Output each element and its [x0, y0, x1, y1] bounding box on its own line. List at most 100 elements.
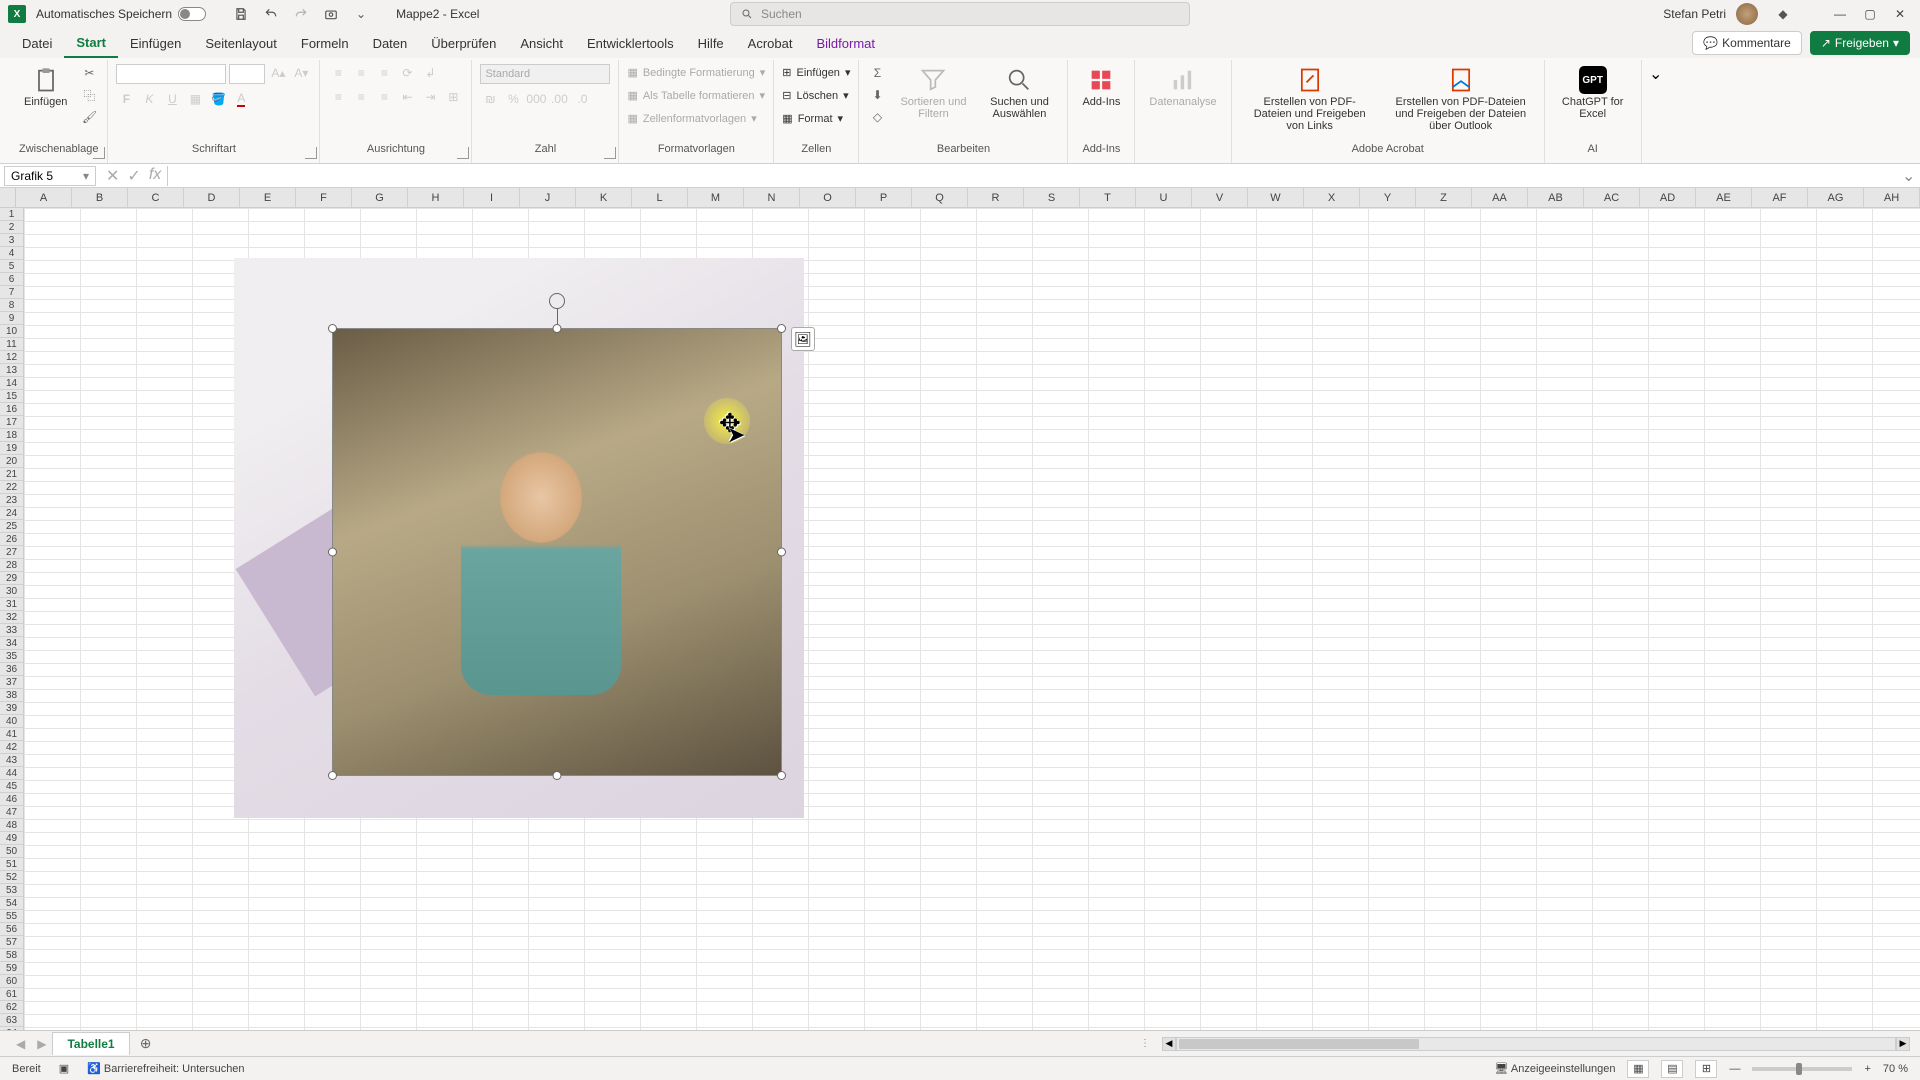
horizontal-scrollbar[interactable]: [1176, 1037, 1896, 1051]
row-header-29[interactable]: 29: [0, 572, 23, 585]
row-header-36[interactable]: 36: [0, 663, 23, 676]
col-header-AG[interactable]: AG: [1808, 188, 1864, 207]
row-header-13[interactable]: 13: [0, 364, 23, 377]
resize-handle-n[interactable]: [553, 324, 562, 333]
tab-hilfe[interactable]: Hilfe: [686, 30, 736, 57]
row-header-53[interactable]: 53: [0, 884, 23, 897]
col-header-AE[interactable]: AE: [1696, 188, 1752, 207]
row-header-12[interactable]: 12: [0, 351, 23, 364]
row-header-42[interactable]: 42: [0, 741, 23, 754]
orientation-icon[interactable]: ⟳: [397, 64, 417, 82]
row-header-33[interactable]: 33: [0, 624, 23, 637]
row-header-48[interactable]: 48: [0, 819, 23, 832]
macro-record-icon[interactable]: ▣: [59, 1062, 69, 1075]
merge-icon[interactable]: ⊞: [443, 88, 463, 106]
rotation-handle[interactable]: [549, 293, 565, 309]
format-painter-icon[interactable]: 🖌: [79, 108, 99, 126]
row-header-27[interactable]: 27: [0, 546, 23, 559]
col-header-AH[interactable]: AH: [1864, 188, 1920, 207]
hscroll-thumb[interactable]: [1179, 1039, 1419, 1049]
percent-icon[interactable]: %: [503, 90, 523, 108]
wrap-text-icon[interactable]: ↲: [420, 64, 440, 82]
paste-button[interactable]: Einfügen: [18, 64, 73, 110]
row-header-15[interactable]: 15: [0, 390, 23, 403]
row-header-52[interactable]: 52: [0, 871, 23, 884]
col-header-O[interactable]: O: [800, 188, 856, 207]
share-outlook-button[interactable]: Erstellen von PDF-Dateien und Freigeben …: [1386, 64, 1536, 134]
tab-formeln[interactable]: Formeln: [289, 30, 361, 57]
tab-entwicklertools[interactable]: Entwicklertools: [575, 30, 686, 57]
conditional-formatting[interactable]: ▦Bedingte Formatierung ▾: [627, 64, 765, 81]
align-center-icon[interactable]: ≡: [351, 88, 371, 106]
align-right-icon[interactable]: ≡: [374, 88, 394, 106]
tab-acrobat[interactable]: Acrobat: [736, 30, 805, 57]
cut-icon[interactable]: ✂: [79, 64, 99, 82]
italic-icon[interactable]: K: [139, 90, 159, 108]
sheet-tab-tabelle1[interactable]: Tabelle1: [52, 1032, 129, 1055]
view-page-break-icon[interactable]: ⊞: [1695, 1060, 1717, 1078]
tab-bildformat[interactable]: Bildformat: [804, 30, 887, 57]
row-header-23[interactable]: 23: [0, 494, 23, 507]
fill-icon[interactable]: ⬇: [867, 86, 887, 104]
collapse-ribbon-button[interactable]: ⌄: [1642, 60, 1670, 163]
col-header-AC[interactable]: AC: [1584, 188, 1640, 207]
formula-input[interactable]: [168, 166, 1902, 186]
row-header-14[interactable]: 14: [0, 377, 23, 390]
font-name-select[interactable]: [116, 64, 226, 84]
format-cells[interactable]: ▦Format ▾: [782, 110, 843, 127]
col-header-W[interactable]: W: [1248, 188, 1304, 207]
currency-icon[interactable]: ₪: [480, 90, 500, 108]
col-header-V[interactable]: V: [1192, 188, 1248, 207]
resize-handle-nw[interactable]: [328, 324, 337, 333]
row-header-56[interactable]: 56: [0, 923, 23, 936]
col-header-N[interactable]: N: [744, 188, 800, 207]
tab-seitenlayout[interactable]: Seitenlayout: [193, 30, 289, 57]
col-header-H[interactable]: H: [408, 188, 464, 207]
row-header-17[interactable]: 17: [0, 416, 23, 429]
bold-icon[interactable]: F: [116, 90, 136, 108]
hscroll-left[interactable]: ◀: [1162, 1037, 1176, 1051]
row-header-31[interactable]: 31: [0, 598, 23, 611]
resize-handle-sw[interactable]: [328, 771, 337, 780]
indent-decrease-icon[interactable]: ⇤: [397, 88, 417, 106]
insert-cells[interactable]: ⊞Einfügen ▾: [782, 64, 850, 81]
resize-handle-e[interactable]: [777, 548, 786, 557]
row-header-24[interactable]: 24: [0, 507, 23, 520]
row-header-41[interactable]: 41: [0, 728, 23, 741]
resize-handle-se[interactable]: [777, 771, 786, 780]
undo-icon[interactable]: [262, 5, 280, 23]
resize-handle-ne[interactable]: [777, 324, 786, 333]
share-button[interactable]: ↗Freigeben▾: [1810, 31, 1910, 55]
col-header-R[interactable]: R: [968, 188, 1024, 207]
minimize-button[interactable]: —: [1828, 3, 1852, 25]
row-header-22[interactable]: 22: [0, 481, 23, 494]
row-header-54[interactable]: 54: [0, 897, 23, 910]
sort-filter-button[interactable]: Sortieren und Filtern: [893, 64, 973, 122]
row-header-30[interactable]: 30: [0, 585, 23, 598]
enter-formula-icon[interactable]: ✓: [127, 166, 140, 186]
font-size-select[interactable]: [229, 64, 265, 84]
display-settings[interactable]: 🖥 Anzeigeeinstellungen: [1494, 1062, 1615, 1075]
col-header-U[interactable]: U: [1136, 188, 1192, 207]
decrease-decimal-icon[interactable]: .0: [572, 90, 592, 108]
fx-icon[interactable]: fx: [149, 166, 161, 186]
col-header-K[interactable]: K: [576, 188, 632, 207]
user-avatar[interactable]: [1736, 3, 1758, 25]
font-color-icon[interactable]: A: [231, 90, 251, 108]
number-launcher[interactable]: [604, 147, 616, 159]
cell-styles[interactable]: ▦Zellenformatvorlagen ▾: [627, 110, 756, 127]
accessibility-status[interactable]: ♿ Barrierefreiheit: Untersuchen: [87, 1062, 244, 1075]
col-header-AB[interactable]: AB: [1528, 188, 1584, 207]
row-header-58[interactable]: 58: [0, 949, 23, 962]
align-top-icon[interactable]: ≡: [328, 64, 348, 82]
row-header-5[interactable]: 5: [0, 260, 23, 273]
row-header-47[interactable]: 47: [0, 806, 23, 819]
delete-cells[interactable]: ⊟Löschen ▾: [782, 87, 848, 104]
row-header-1[interactable]: 1: [0, 208, 23, 221]
align-middle-icon[interactable]: ≡: [351, 64, 371, 82]
zoom-out-button[interactable]: —: [1729, 1063, 1740, 1075]
row-header-55[interactable]: 55: [0, 910, 23, 923]
sheet-nav-prev[interactable]: ◀: [10, 1037, 31, 1051]
row-header-39[interactable]: 39: [0, 702, 23, 715]
row-header-59[interactable]: 59: [0, 962, 23, 975]
